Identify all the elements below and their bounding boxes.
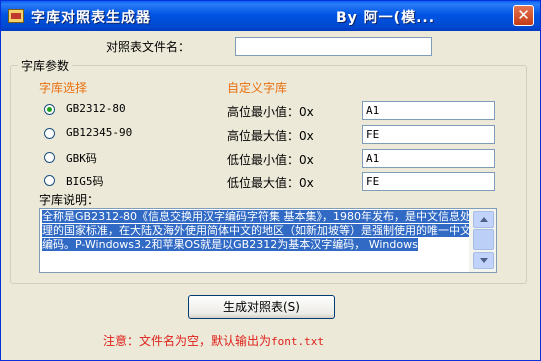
low-min-input[interactable]: A1 [362, 149, 495, 168]
description-text[interactable]: 全称是GB2312-80《信息交换用汉字编码字符集 基本集》，1980年发布，是… [42, 210, 472, 252]
description-memo[interactable]: 全称是GB2312-80《信息交换用汉字编码字符集 基本集》，1980年发布，是… [39, 208, 497, 273]
note-prefix: 注意：文件名为空，默认输出为 [103, 334, 272, 348]
generate-table-button[interactable]: 生成对照表(S) [188, 295, 335, 319]
high-max-label: 高位最大值：0x [227, 129, 314, 143]
high-min-label: 高位最小值：0x [227, 105, 314, 119]
note-default-filename: font.txt [271, 335, 324, 348]
description-label: 字库说明： [39, 193, 100, 207]
filename-input[interactable] [235, 37, 432, 56]
custom-charset-heading: 自定义字库 [227, 81, 288, 95]
scroll-thumb[interactable] [473, 229, 494, 250]
low-max-label: 低位最大值：0x [227, 176, 314, 190]
output-note: 注意：文件名为空，默认输出为font.txt [103, 332, 324, 349]
window-title-author: By 阿一(模... [336, 10, 436, 26]
close-icon: ✕ [517, 6, 530, 24]
radio-label-gbk[interactable]: GBK码 [66, 150, 97, 166]
scroll-down-icon[interactable] [473, 252, 494, 269]
radio-label-gb12345[interactable]: GB12345-90 [66, 126, 132, 139]
group-caption: 字库参数 [18, 57, 73, 74]
radio-gb12345[interactable] [44, 128, 55, 139]
low-max-input[interactable]: FE [362, 172, 495, 191]
close-button[interactable]: ✕ [513, 5, 534, 26]
radio-label-gb2312[interactable]: GB2312-80 [66, 102, 126, 115]
title-bar[interactable]: 字库对照表生成器 By 阿一(模... ✕ [1, 1, 540, 31]
radio-gb2312[interactable] [44, 104, 55, 115]
filename-label: 对照表文件名： [106, 40, 191, 54]
low-min-label: 低位最小值：0x [227, 153, 314, 167]
radio-label-big5[interactable]: BIG5码 [66, 173, 104, 189]
high-min-input[interactable]: A1 [362, 101, 495, 120]
high-max-input[interactable]: FE [362, 125, 495, 144]
radio-big5[interactable] [44, 175, 55, 186]
app-icon[interactable] [8, 9, 24, 23]
charset-heading: 字库选择 [39, 81, 88, 95]
radio-gbk[interactable] [44, 152, 55, 163]
window-title: 字库对照表生成器 [31, 10, 151, 26]
main-window: 字库对照表生成器 By 阿一(模... ✕ 对照表文件名： 字库参数 字库选择 … [0, 0, 541, 361]
scroll-up-icon[interactable] [473, 211, 494, 228]
description-scrollbar[interactable] [469, 209, 496, 272]
